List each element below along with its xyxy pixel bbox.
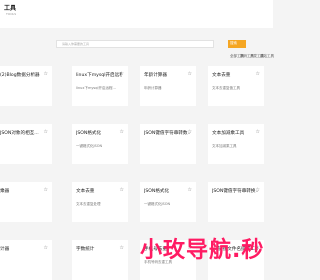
site-subtitle: TOOLS bbox=[6, 12, 17, 16]
tool-card-desc: 年龄计算器 bbox=[144, 86, 162, 90]
tool-card-desc: 文本去重复值工具 bbox=[212, 86, 240, 90]
star-icon[interactable]: ☆ bbox=[120, 129, 124, 135]
star-icon[interactable]: ☆ bbox=[44, 71, 48, 77]
search-button[interactable]: 搜索 bbox=[228, 40, 246, 48]
tool-card-title: 文本去重 bbox=[212, 73, 231, 78]
site-logo[interactable]: 工具 bbox=[4, 3, 16, 12]
tool-card[interactable]: linux下mysql开启远程...☆linux下mysql开启远程... bbox=[72, 66, 128, 106]
tool-card[interactable]: 文本去重 ☆ 文本去重复值工具 bbox=[208, 66, 264, 106]
tool-card[interactable]: JSON格式化 ☆ 一键格式化JSON bbox=[140, 182, 196, 222]
search-placeholder: 请输入你需要的工具 bbox=[62, 42, 90, 46]
star-icon[interactable]: ☆ bbox=[120, 245, 124, 251]
star-icon[interactable]: ☆ bbox=[44, 187, 48, 193]
tool-card-desc: 一键格式化JSON bbox=[76, 144, 103, 148]
tool-card-desc: 一键格式化JSON bbox=[144, 202, 171, 206]
star-icon[interactable]: ☆ bbox=[120, 187, 124, 193]
tool-card-title: 字数统计 bbox=[76, 247, 95, 252]
search-input[interactable]: 请输入你需要的工具 bbox=[56, 40, 214, 48]
tool-card[interactable]: JSON对象的相互... ☆ bbox=[0, 124, 52, 164]
tool-card-title: 文本去重 bbox=[76, 189, 95, 194]
tool-card[interactable]: 计器 ☆ bbox=[0, 240, 52, 280]
star-icon[interactable]: ☆ bbox=[44, 245, 48, 251]
nav-site[interactable]: 建站工具 bbox=[260, 54, 274, 59]
tool-card-title: JSON键值字符串转数... bbox=[144, 131, 190, 136]
tool-card-title: JSON格式化 bbox=[76, 131, 102, 136]
star-icon[interactable]: ☆ bbox=[188, 129, 192, 135]
tool-card[interactable]: 文本去重 ☆ 文本去重复处理 bbox=[72, 182, 128, 222]
tool-card-desc: 文本加减乘工具 bbox=[212, 144, 237, 148]
tool-card-title: JSON对象的相互... bbox=[0, 131, 39, 136]
search-button-label: 搜索 bbox=[230, 41, 237, 45]
tool-card-title: 计器 bbox=[0, 247, 10, 252]
tool-card[interactable]: 文本加减乘工具 ☆ 文本加减乘工具 bbox=[208, 124, 264, 164]
tool-card-title: 乘器 bbox=[0, 189, 10, 194]
star-icon[interactable]: ☆ bbox=[256, 187, 260, 193]
tool-card-title: 年龄计算器 bbox=[144, 73, 167, 78]
tool-card[interactable]: (2)Blog数据分析器 ☆ bbox=[0, 66, 52, 106]
tool-card[interactable]: 乘器 ☆ bbox=[0, 182, 52, 222]
star-icon[interactable]: ☆ bbox=[44, 129, 48, 135]
tool-card-desc: 文本去重复处理 bbox=[76, 202, 101, 206]
star-icon[interactable]: ☆ bbox=[256, 71, 260, 77]
star-icon[interactable]: ☆ bbox=[188, 187, 192, 193]
tool-card-title: linux下mysql开启远程... bbox=[76, 73, 122, 78]
tool-card[interactable]: JSON键值字符串转数... ☆ bbox=[140, 124, 196, 164]
tool-card-title: 文本加减乘工具 bbox=[212, 131, 245, 136]
tool-card-title: (2)Blog数据分析器 bbox=[0, 73, 40, 78]
tool-card[interactable]: JSON格式化 ☆ 一键格式化JSON bbox=[72, 124, 128, 164]
tool-card[interactable]: 字数统计 ☆ bbox=[72, 240, 128, 280]
tool-card-title: JSON格式化 bbox=[144, 189, 170, 194]
star-icon[interactable]: ☆ bbox=[256, 129, 260, 135]
tool-card[interactable]: JSON键值字符串转换... ☆ bbox=[208, 182, 264, 222]
tool-card[interactable]: 年龄计算器 ☆ 年龄计算器 bbox=[140, 66, 196, 106]
tool-card-title: JSON键值字符串转换... bbox=[212, 189, 258, 194]
site-header: 工具 TOOLS bbox=[0, 0, 273, 28]
watermark: 小玫导航.秒 bbox=[140, 238, 265, 263]
star-icon[interactable]: ☆ bbox=[120, 71, 124, 77]
tool-card-desc: linux下mysql开启远程... bbox=[76, 86, 116, 90]
star-icon[interactable]: ☆ bbox=[188, 71, 192, 77]
